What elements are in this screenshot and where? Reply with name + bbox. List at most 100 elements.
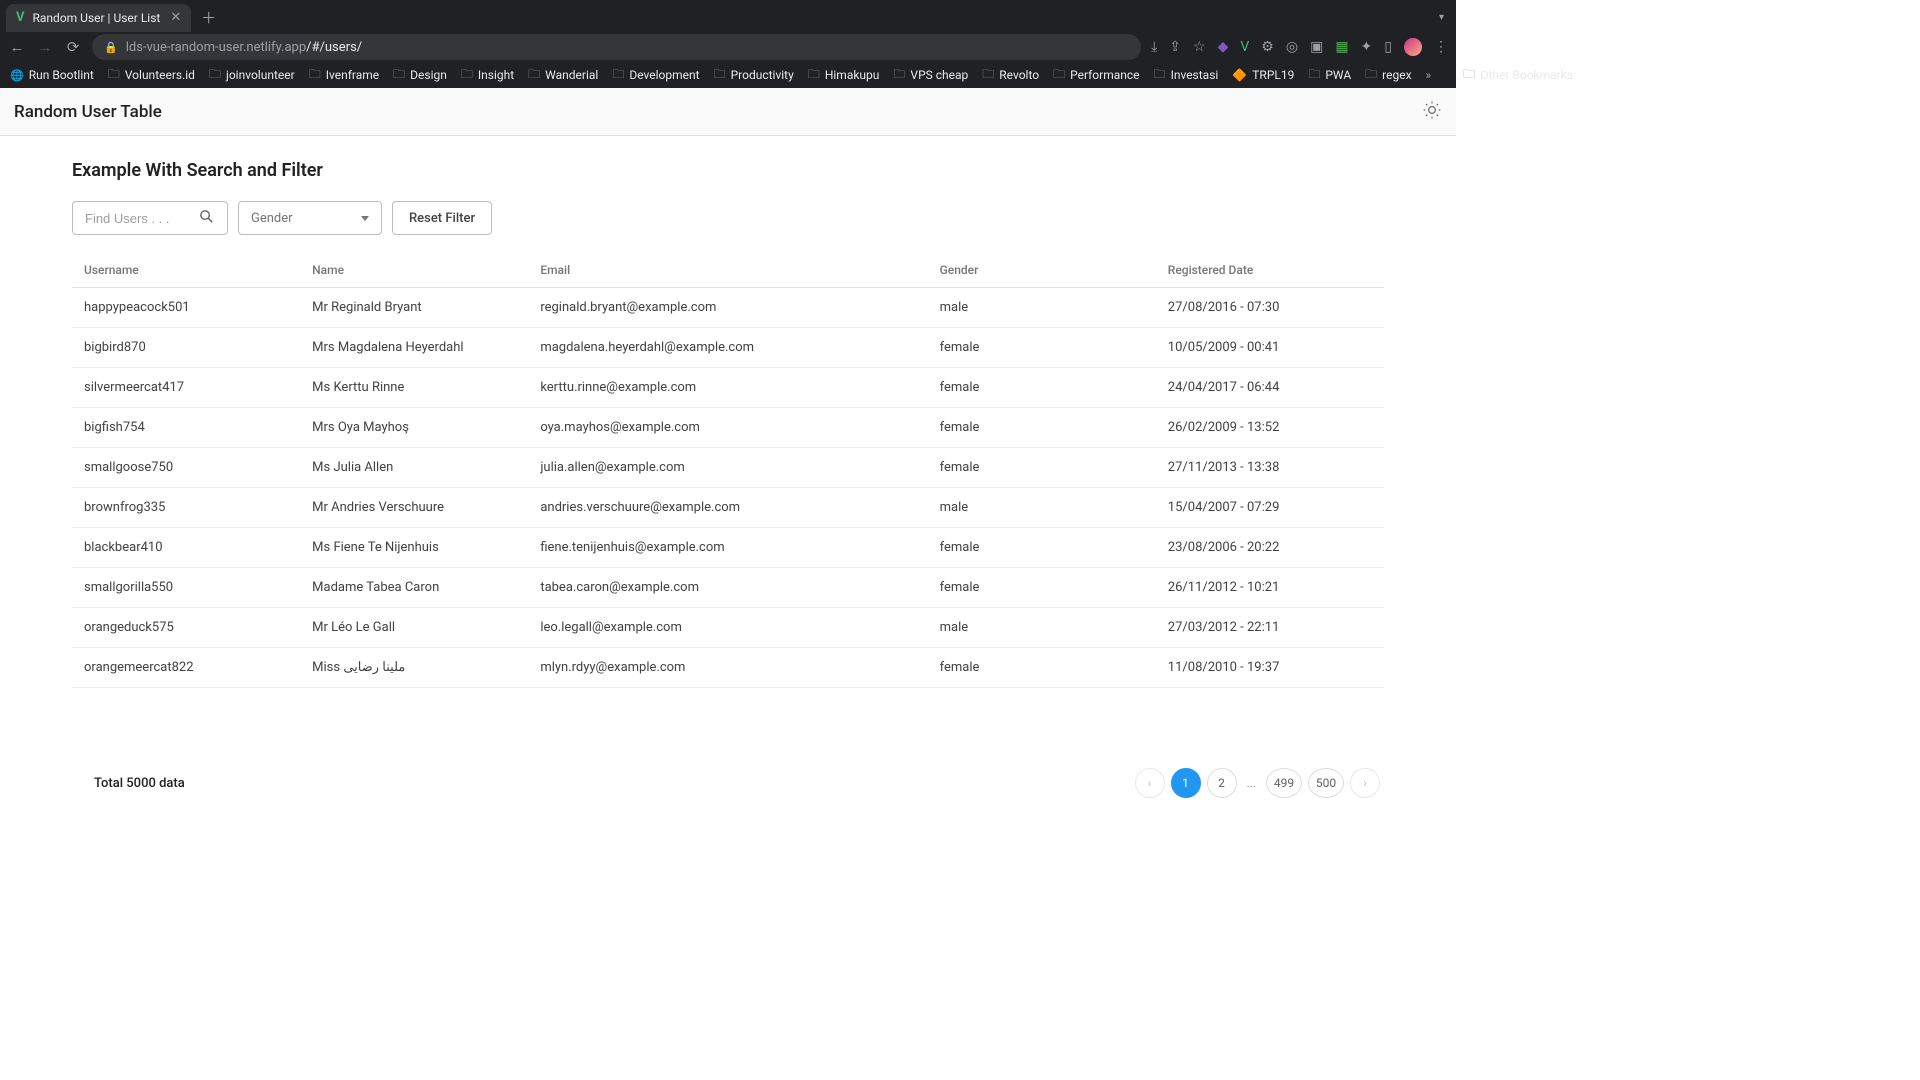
folder-icon: 🗀 bbox=[893, 65, 905, 86]
folder-icon: 🔶 bbox=[1232, 68, 1247, 82]
cell-date: 27/03/2012 - 22:11 bbox=[1156, 608, 1384, 648]
bookmark-item[interactable]: 🗀Development bbox=[612, 65, 699, 86]
cell-name: Ms Julia Allen bbox=[300, 448, 528, 488]
cell-email: julia.allen@example.com bbox=[528, 448, 927, 488]
bookmark-label: Other Bookmarks bbox=[1480, 68, 1573, 82]
cell-username: bigbird870 bbox=[72, 328, 300, 368]
bookmark-item[interactable]: 🗀Ivenframe bbox=[309, 65, 379, 86]
table-row: orangeduck575Mr Léo Le Gallleo.legall@ex… bbox=[72, 608, 1384, 648]
tab-title: Random User | User List bbox=[33, 11, 161, 25]
globe-icon: 🌐 bbox=[10, 69, 24, 82]
tabs-menu-icon[interactable]: ▾ bbox=[1439, 12, 1450, 23]
bookmark-label: Performance bbox=[1070, 68, 1139, 82]
cell-date: 11/08/2010 - 19:37 bbox=[1156, 648, 1384, 688]
bookmark-item[interactable]: 🗀regex bbox=[1365, 65, 1411, 86]
cell-email: andries.verschuure@example.com bbox=[528, 488, 927, 528]
cell-username: blackbear410 bbox=[72, 528, 300, 568]
share-icon[interactable]: ⇪ bbox=[1169, 39, 1181, 55]
bookmark-item[interactable]: 🔶 TRPL19 bbox=[1232, 68, 1294, 82]
bookmark-item[interactable]: 🌐Run Bootlint bbox=[10, 68, 94, 82]
bookmark-label: VPS cheap bbox=[910, 68, 968, 82]
new-tab-button[interactable]: ＋ bbox=[201, 7, 216, 28]
cell-username: silvermeercat417 bbox=[72, 368, 300, 408]
total-count: Total 5000 data bbox=[76, 776, 185, 791]
folder-icon: 🗀 bbox=[808, 65, 820, 86]
box-icon[interactable]: ▣ bbox=[1310, 39, 1323, 55]
table-row: brownfrog335Mr Andries Verschuureandries… bbox=[72, 488, 1384, 528]
cell-name: Madame Tabea Caron bbox=[300, 568, 528, 608]
vue-devtools-icon[interactable]: V bbox=[1240, 39, 1249, 55]
cell-date: 23/08/2006 - 20:22 bbox=[1156, 528, 1384, 568]
bookmark-item[interactable]: 🗀joinvolunteer bbox=[209, 65, 295, 86]
close-tab-icon[interactable]: ✕ bbox=[160, 10, 181, 25]
address-bar[interactable]: 🔒 lds-vue-random-user.netlify.app/#/user… bbox=[92, 34, 1141, 60]
col-gender[interactable]: Gender bbox=[928, 253, 1156, 288]
cell-date: 27/08/2016 - 07:30 bbox=[1156, 288, 1384, 328]
bookmark-label: Design bbox=[410, 68, 447, 82]
install-app-icon[interactable]: ⤓ bbox=[1151, 39, 1157, 55]
col-email[interactable]: Email bbox=[528, 253, 927, 288]
cell-username: orangemeercat822 bbox=[72, 648, 300, 688]
url-path: /#/users/ bbox=[306, 40, 362, 55]
bookmark-item[interactable]: 🗀 Design bbox=[393, 65, 447, 86]
extensions-puzzle-icon[interactable]: ✦ bbox=[1361, 39, 1373, 55]
bookmark-item[interactable]: 🗀 Himakupu bbox=[808, 65, 880, 86]
page-2[interactable]: 2 bbox=[1207, 768, 1237, 798]
bookmark-item[interactable]: 🗀 VPS cheap bbox=[893, 65, 968, 86]
ext-beta-icon[interactable]: ▦ bbox=[1335, 39, 1348, 55]
folder-icon: 🗀 bbox=[108, 65, 120, 86]
back-button[interactable]: ← bbox=[8, 38, 26, 56]
extension-icon[interactable]: ◆ bbox=[1218, 39, 1229, 55]
reload-button[interactable]: ⟳ bbox=[64, 38, 82, 56]
bookmark-item[interactable]: 🗀 Volunteers.id bbox=[108, 65, 195, 86]
cell-gender: male bbox=[928, 608, 1156, 648]
bookmark-item[interactable]: 🗀PWA bbox=[1308, 65, 1351, 86]
theme-toggle-icon[interactable] bbox=[1422, 100, 1442, 124]
cell-gender: female bbox=[928, 328, 1156, 368]
bookmark-item[interactable]: 🗀Revolto bbox=[982, 65, 1039, 86]
folder-icon: 🗀 bbox=[528, 65, 540, 86]
page-499[interactable]: 499 bbox=[1266, 768, 1302, 798]
folder-icon: 🗀 bbox=[1463, 65, 1475, 86]
gender-select[interactable]: Gender bbox=[238, 201, 382, 235]
reset-filter-button[interactable]: Reset Filter bbox=[392, 201, 492, 235]
folder-icon: 🗀 bbox=[393, 65, 405, 86]
cell-gender: male bbox=[928, 288, 1156, 328]
search-field[interactable] bbox=[72, 201, 228, 235]
gear-icon[interactable]: ⚙ bbox=[1261, 39, 1274, 55]
pagination: ‹ 1 2 ... 499 500 › bbox=[1135, 768, 1381, 798]
bookmark-label: Productivity bbox=[731, 68, 794, 82]
table-row: smallgorilla550Madame Tabea Carontabea.c… bbox=[72, 568, 1384, 608]
next-page-button[interactable]: › bbox=[1350, 768, 1380, 798]
bookmarks-overflow-icon[interactable]: » bbox=[1426, 68, 1432, 82]
search-input[interactable] bbox=[85, 211, 195, 226]
col-date[interactable]: Registered Date bbox=[1156, 253, 1384, 288]
panel-icon[interactable]: ▯ bbox=[1384, 39, 1392, 55]
prev-page-button[interactable]: ‹ bbox=[1135, 768, 1165, 798]
bookmark-item[interactable]: 🗀Performance bbox=[1053, 65, 1139, 86]
bookmark-label: Revolto bbox=[999, 68, 1039, 82]
col-username[interactable]: Username bbox=[72, 253, 300, 288]
bookmark-label: Himakupu bbox=[825, 68, 880, 82]
cell-name: Miss ملینا رضایی bbox=[300, 648, 528, 688]
bookmark-item[interactable]: 🗀Wanderial bbox=[528, 65, 598, 86]
bookmark-item[interactable]: 🗀Insight bbox=[461, 65, 514, 86]
forward-button[interactable]: → bbox=[36, 38, 54, 56]
page-500[interactable]: 500 bbox=[1308, 768, 1344, 798]
page-1[interactable]: 1 bbox=[1171, 768, 1201, 798]
bookmark-label: Volunteers.id bbox=[125, 68, 195, 82]
target-icon[interactable]: ◎ bbox=[1286, 39, 1298, 55]
bookmark-label: Insight bbox=[478, 68, 514, 82]
col-name[interactable]: Name bbox=[300, 253, 528, 288]
profile-avatar[interactable] bbox=[1404, 38, 1422, 56]
browser-tab[interactable]: V Random User | User List ✕ bbox=[6, 4, 191, 32]
bookmark-item[interactable]: 🗀Productivity bbox=[714, 65, 794, 86]
cell-date: 24/04/2017 - 06:44 bbox=[1156, 368, 1384, 408]
bookmark-item[interactable]: 🗀Investasi bbox=[1154, 65, 1219, 86]
other-bookmarks[interactable]: 🗀 Other Bookmarks bbox=[1463, 65, 1573, 86]
bookmark-label: TRPL19 bbox=[1252, 68, 1294, 82]
folder-icon: 🗀 bbox=[309, 65, 321, 86]
bookmark-star-icon[interactable]: ☆ bbox=[1193, 39, 1206, 55]
kebab-menu-icon[interactable]: ⋮ bbox=[1434, 39, 1448, 55]
bookmark-label: PWA bbox=[1325, 68, 1351, 82]
